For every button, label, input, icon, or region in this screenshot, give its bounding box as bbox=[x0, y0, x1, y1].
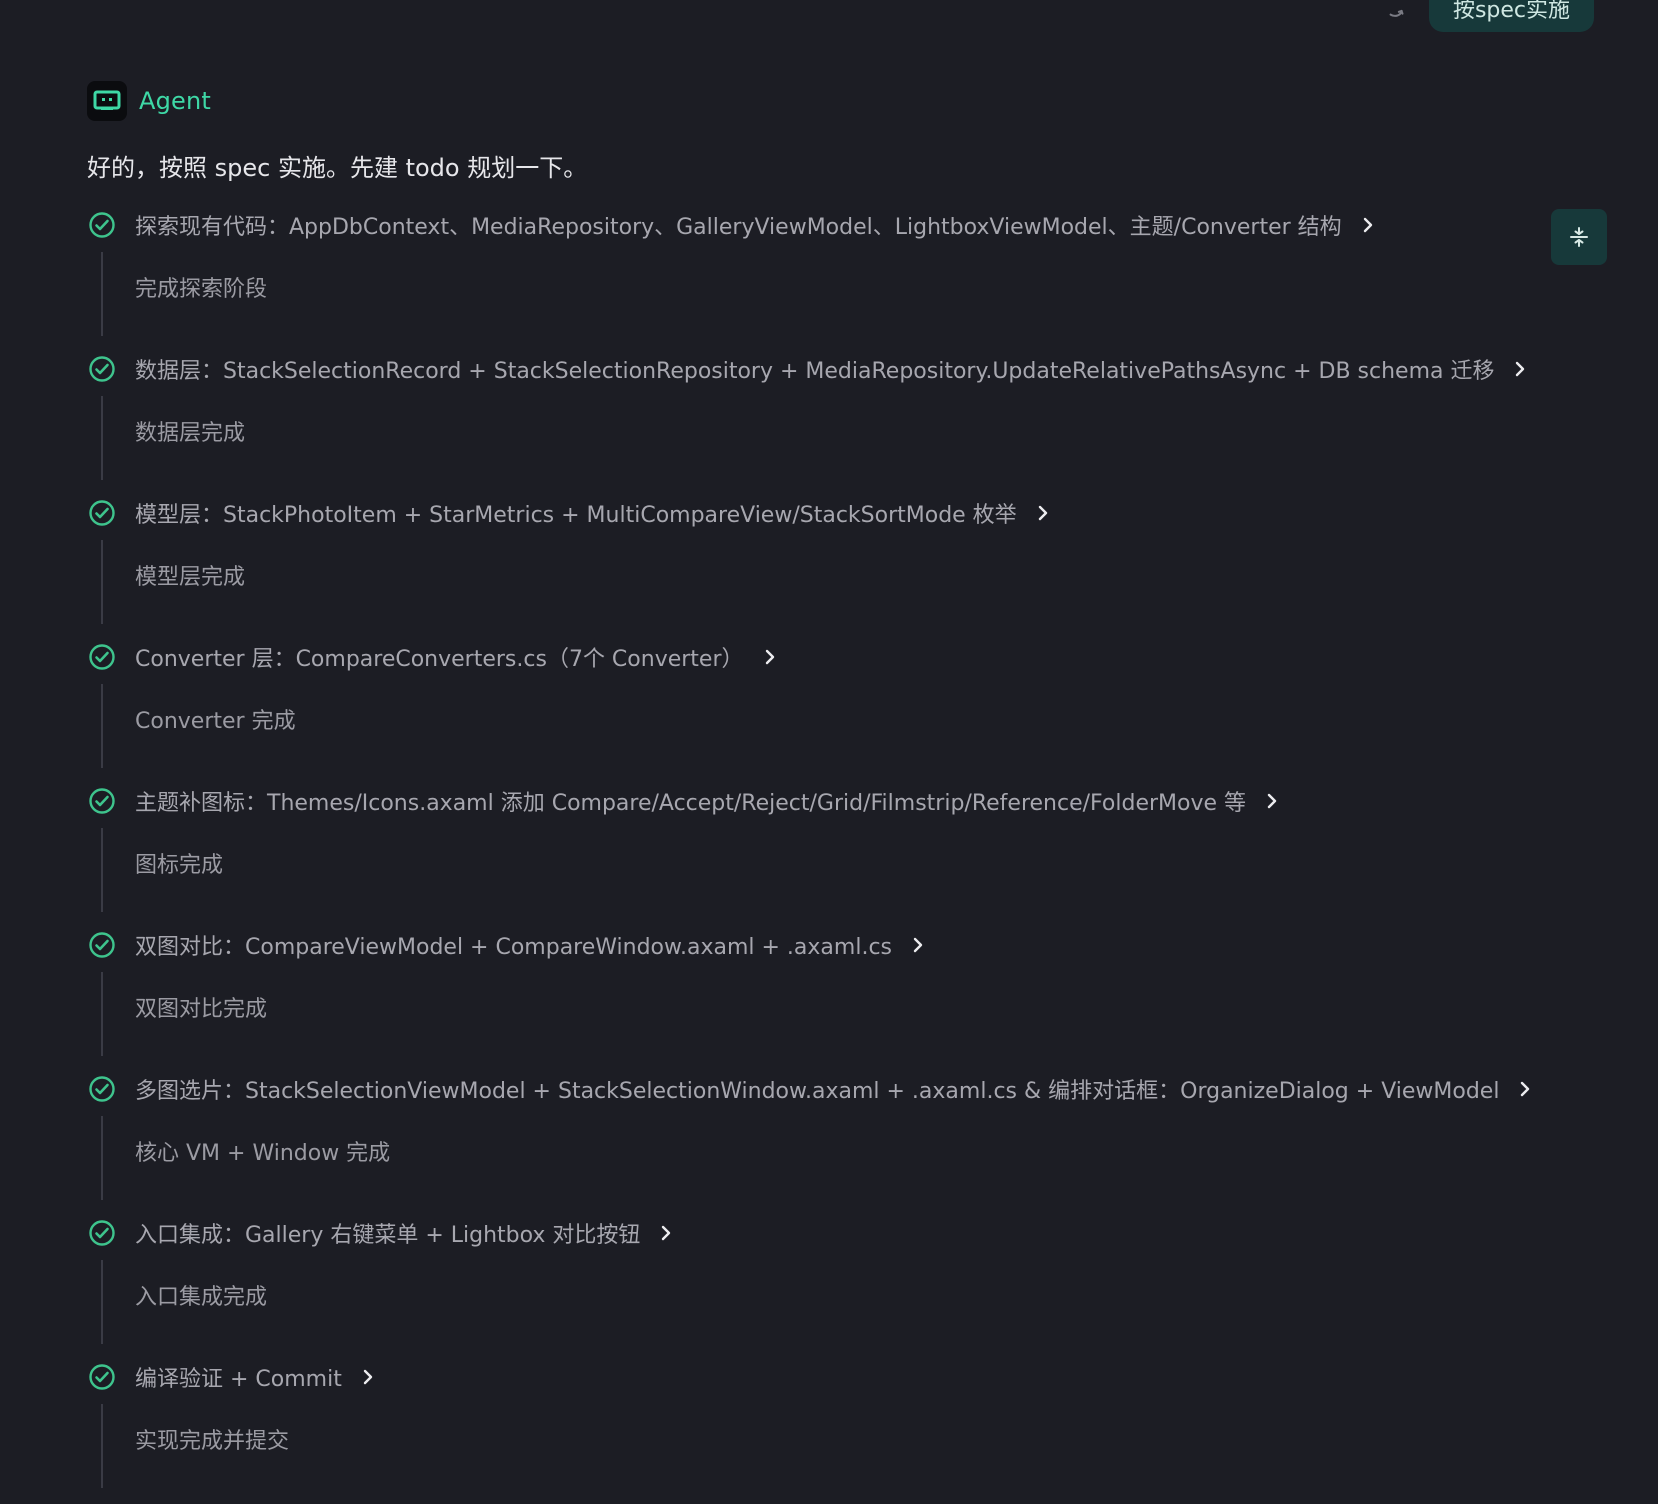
chevron-right-icon[interactable] bbox=[1262, 791, 1282, 811]
todo-note: 完成探索阶段 bbox=[135, 277, 268, 302]
todo-row[interactable]: 探索现有代码：AppDbContext、MediaRepository、Gall… bbox=[87, 208, 1557, 242]
check-circle-icon bbox=[87, 642, 117, 672]
todo-item: 主题补图标：Themes/Icons.axaml 添加 Compare/Acce… bbox=[87, 784, 1557, 928]
todo-row[interactable]: Converter 层：CompareConverters.cs（7个 Conv… bbox=[87, 640, 1557, 674]
todo-row[interactable]: 编译验证 + Commit bbox=[87, 1360, 1557, 1394]
todo-subline bbox=[101, 1260, 103, 1344]
chevron-right-icon[interactable] bbox=[656, 1223, 676, 1243]
todo-subline bbox=[101, 684, 103, 768]
check-circle-icon bbox=[87, 930, 117, 960]
chevron-right-icon[interactable] bbox=[908, 935, 928, 955]
todo-item: Converter 层：CompareConverters.cs（7个 Conv… bbox=[87, 640, 1557, 784]
todo-item: 双图对比：CompareViewModel + CompareWindow.ax… bbox=[87, 928, 1557, 1072]
undo-icon[interactable] bbox=[1383, 0, 1411, 24]
todo-note: 核心 VM + Window 完成 bbox=[135, 1141, 391, 1166]
todo-note: 实现完成并提交 bbox=[135, 1429, 290, 1454]
todo-title: Converter 层：CompareConverters.cs（7个 Conv… bbox=[135, 647, 744, 672]
check-circle-icon bbox=[87, 210, 117, 240]
check-circle-icon bbox=[87, 1074, 117, 1104]
check-circle-icon bbox=[87, 786, 117, 816]
todo-title: 入口集成：Gallery 右键菜单 + Lightbox 对比按钮 bbox=[135, 1223, 641, 1248]
todo-note: 图标完成 bbox=[135, 853, 224, 878]
todo-row[interactable]: 入口集成：Gallery 右键菜单 + Lightbox 对比按钮 bbox=[87, 1216, 1557, 1250]
check-circle-icon bbox=[87, 498, 117, 528]
chevron-right-icon[interactable] bbox=[358, 1367, 378, 1387]
todo-title: 多图选片：StackSelectionViewModel + StackSele… bbox=[135, 1079, 1500, 1104]
todo-row[interactable]: 多图选片：StackSelectionViewModel + StackSele… bbox=[87, 1072, 1557, 1106]
todo-note: 模型层完成 bbox=[135, 565, 246, 590]
agent-message: 好的，按照 spec 实施。先建 todo 规划一下。 bbox=[87, 154, 588, 182]
todo-title: 双图对比：CompareViewModel + CompareWindow.ax… bbox=[135, 935, 893, 960]
todo-note: 入口集成完成 bbox=[135, 1285, 268, 1310]
chevron-right-icon[interactable] bbox=[1510, 359, 1530, 379]
todo-item: 模型层：StackPhotoItem + StarMetrics + Multi… bbox=[87, 496, 1557, 640]
agent-avatar-icon bbox=[87, 81, 127, 121]
todo-row[interactable]: 数据层：StackSelectionRecord + StackSelectio… bbox=[87, 352, 1557, 386]
todo-item: 探索现有代码：AppDbContext、MediaRepository、Gall… bbox=[87, 208, 1557, 352]
todo-subline bbox=[101, 1404, 103, 1488]
chevron-right-icon[interactable] bbox=[1358, 215, 1378, 235]
todo-subline bbox=[101, 1116, 103, 1200]
agent-name: Agent bbox=[139, 87, 212, 115]
todo-title: 探索现有代码：AppDbContext、MediaRepository、Gall… bbox=[135, 215, 1342, 240]
todo-item: 多图选片：StackSelectionViewModel + StackSele… bbox=[87, 1072, 1557, 1216]
top-actions: 按spec实施 bbox=[1383, 0, 1594, 32]
todo-note: Converter 完成 bbox=[135, 709, 296, 734]
collapse-button[interactable] bbox=[1551, 209, 1607, 265]
agent-header: Agent bbox=[87, 81, 211, 121]
spec-action-button[interactable]: 按spec实施 bbox=[1428, 0, 1594, 32]
todo-item: 编译验证 + Commit 实现完成并提交 bbox=[87, 1360, 1557, 1504]
todo-item: 数据层：StackSelectionRecord + StackSelectio… bbox=[87, 352, 1557, 496]
chevron-right-icon[interactable] bbox=[1515, 1079, 1535, 1099]
todo-title: 模型层：StackPhotoItem + StarMetrics + Multi… bbox=[135, 503, 1017, 528]
todo-title: 主题补图标：Themes/Icons.axaml 添加 Compare/Acce… bbox=[135, 791, 1247, 816]
check-circle-icon bbox=[87, 1218, 117, 1248]
chevron-right-icon[interactable] bbox=[1033, 503, 1053, 523]
todo-subline bbox=[101, 540, 103, 624]
todo-subline bbox=[101, 396, 103, 480]
todo-row[interactable]: 主题补图标：Themes/Icons.axaml 添加 Compare/Acce… bbox=[87, 784, 1557, 818]
todo-note: 数据层完成 bbox=[135, 421, 246, 446]
check-circle-icon bbox=[87, 1362, 117, 1392]
collapse-icon bbox=[1570, 227, 1588, 247]
todo-item: 入口集成：Gallery 右键菜单 + Lightbox 对比按钮 入口集成完成 bbox=[87, 1216, 1557, 1360]
todo-list: 探索现有代码：AppDbContext、MediaRepository、Gall… bbox=[87, 208, 1557, 1504]
todo-subline bbox=[101, 828, 103, 912]
check-circle-icon bbox=[87, 354, 117, 384]
todo-subline bbox=[101, 252, 103, 336]
todo-row[interactable]: 模型层：StackPhotoItem + StarMetrics + Multi… bbox=[87, 496, 1557, 530]
todo-title: 数据层：StackSelectionRecord + StackSelectio… bbox=[135, 359, 1495, 384]
todo-subline bbox=[101, 972, 103, 1056]
todo-note: 双图对比完成 bbox=[135, 997, 268, 1022]
todo-title: 编译验证 + Commit bbox=[135, 1367, 342, 1392]
chevron-right-icon[interactable] bbox=[760, 647, 780, 667]
todo-row[interactable]: 双图对比：CompareViewModel + CompareWindow.ax… bbox=[87, 928, 1557, 962]
